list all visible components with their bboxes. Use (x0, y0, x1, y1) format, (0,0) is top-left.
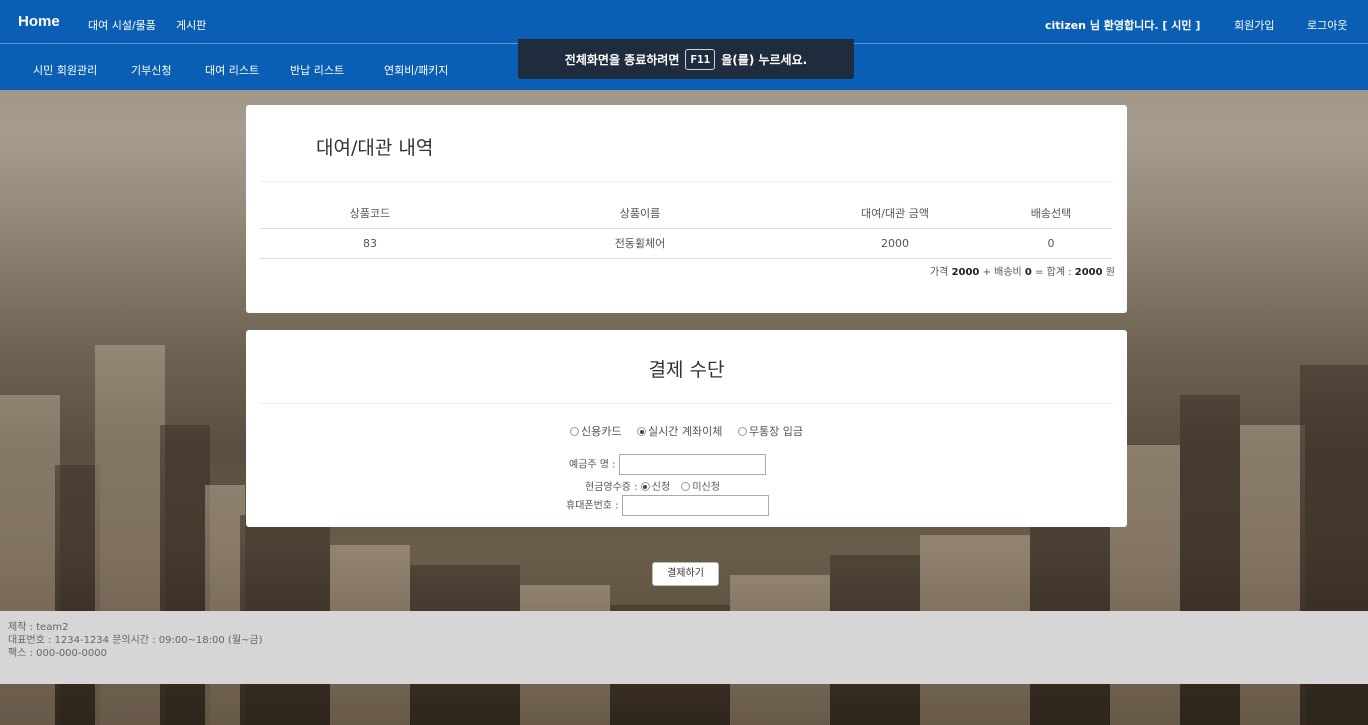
pay-button[interactable]: 결제하기 (652, 562, 719, 586)
total-value: 2000 (1074, 267, 1103, 278)
footer: 제작 : team2 대표번호 : 1234-1234 문의시간 : 09:00… (0, 611, 1368, 684)
shipping-value: 0 (1024, 267, 1032, 278)
cell-product-name: 전동휠체어 (480, 228, 800, 259)
cash-receipt-label: 현금영수증 : (585, 482, 638, 493)
method-credit-card-label: 신용카드 (581, 425, 622, 438)
rental-history-title: 대여/대관 내역 (316, 137, 434, 159)
depositor-label: 예금주 명 : (569, 459, 616, 471)
receipt-apply-label: 신청 (651, 482, 671, 493)
nav-signup-link[interactable]: 회원가입 (1234, 17, 1274, 33)
method-bank-deposit-label: 무통장 입금 (748, 425, 803, 438)
nav-rental-list[interactable]: 대여 리스트 (205, 62, 259, 78)
footer-fax: 팩스 : 000-000-0000 (8, 648, 107, 659)
phone-label: 휴대폰번호 : (566, 500, 619, 512)
method-realtime-transfer-label: 실시간 계좌이체 (648, 425, 723, 438)
total-label: = 합계 : (1031, 267, 1075, 278)
cell-rental-amount: 2000 (800, 228, 990, 259)
table-header-row: 상품코드 상품이름 대여/대관 금액 배송선택 (260, 198, 1112, 229)
payment-method-title: 결제 수단 (648, 359, 725, 381)
nav-board-link[interactable]: 게시판 (176, 17, 206, 33)
fullscreen-notice-before: 전체화면을 종료하려면 (564, 52, 680, 67)
radio-receipt-decline[interactable] (681, 482, 691, 491)
rental-history-table: 상품코드 상품이름 대여/대관 금액 배송선택 83 전동휠체어 2000 0 (260, 198, 1112, 259)
price-summary: 가격 2000 + 배송비 0 = 합계 : 2000 원 (930, 263, 1115, 278)
welcome-username: citizen (1045, 19, 1087, 32)
col-product-name: 상품이름 (480, 198, 800, 229)
table-row: 83 전동휠체어 2000 0 (260, 228, 1112, 259)
nav-row-main: Home 대여 시설/물품 게시판 citizen 님 환영합니다. [ 시민 … (0, 0, 1368, 44)
radio-receipt-apply[interactable] (640, 482, 650, 491)
divider (260, 181, 1113, 182)
nav-member-management[interactable]: 시민 회원관리 (33, 62, 97, 78)
currency-unit: 원 (1102, 267, 1115, 278)
f11-key: F11 (685, 48, 716, 70)
col-rental-amount: 대여/대관 금액 (800, 198, 990, 229)
radio-credit-card[interactable] (570, 427, 580, 436)
payment-method-options: 신용카드 실시간 계좌이체 무통장 입금 (246, 423, 1127, 439)
divider (260, 403, 1113, 404)
cell-product-code: 83 (260, 228, 480, 259)
nav-annual-fee-package[interactable]: 연회비/패키지 (384, 62, 448, 78)
method-credit-card[interactable]: 신용카드 (570, 425, 622, 438)
rental-history-panel: 대여/대관 내역 상품코드 상품이름 대여/대관 금액 배송선택 83 전동휠체… (246, 105, 1127, 313)
col-product-code: 상품코드 (260, 198, 480, 229)
footer-credits: 제작 : team2 (8, 622, 69, 633)
fullscreen-notice-after: 을(를) 누르세요. (721, 52, 808, 67)
phone-number-input[interactable] (621, 495, 769, 516)
price-label: 가격 (929, 267, 952, 278)
method-realtime-transfer[interactable]: 실시간 계좌이체 (637, 425, 722, 438)
cell-delivery-option: 0 (990, 228, 1112, 259)
nav-logout-link[interactable]: 로그아웃 (1307, 17, 1347, 33)
depositor-name-input[interactable] (618, 454, 766, 475)
col-delivery-option: 배송선택 (990, 198, 1112, 229)
nav-donation-request[interactable]: 기부신청 (131, 62, 171, 78)
footer-contact: 대표번호 : 1234-1234 문의시간 : 09:00~18:00 (월~금… (8, 635, 263, 646)
nav-return-list[interactable]: 반납 리스트 (290, 62, 344, 78)
cash-receipt-row: 현금영수증 : 신청 미신청 (585, 478, 720, 493)
payment-method-panel: 결제 수단 신용카드 실시간 계좌이체 무통장 입금 예금주 명 : 현금영수증… (246, 330, 1127, 527)
price-value: 2000 (951, 267, 980, 278)
nav-home-link[interactable]: Home (18, 13, 60, 30)
depositor-row: 예금주 명 : (569, 454, 766, 475)
radio-bank-deposit[interactable] (737, 427, 747, 436)
welcome-message: citizen 님 환영합니다. [ 시민 ] (1045, 17, 1200, 33)
fullscreen-exit-notice: 전체화면을 종료하려면 F11 을(를) 누르세요. (518, 39, 854, 79)
receipt-decline-label: 미신청 (692, 482, 720, 493)
phone-row: 휴대폰번호 : (566, 495, 769, 516)
nav-rental-facilities-link[interactable]: 대여 시설/물품 (88, 17, 156, 33)
method-bank-deposit[interactable]: 무통장 입금 (737, 425, 803, 438)
radio-realtime-transfer[interactable] (637, 427, 647, 436)
welcome-text: 님 환영합니다. [ 시민 ] (1086, 19, 1201, 32)
shipping-label: + 배송비 (979, 267, 1025, 278)
